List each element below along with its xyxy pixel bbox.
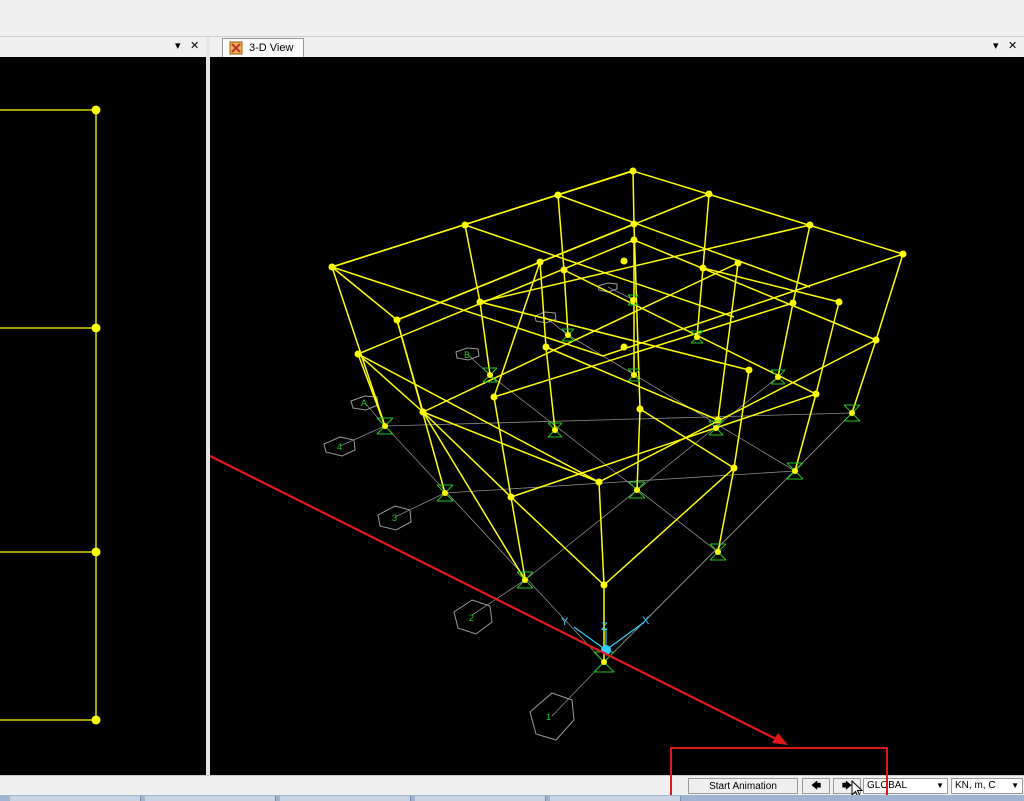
taskbar-item[interactable]: [415, 796, 546, 801]
frame-joint[interactable]: [620, 343, 628, 351]
3d-viewport[interactable]: 1 2 3 4 A B Y Z X: [105, 57, 1024, 775]
frame-joint[interactable]: [600, 581, 608, 589]
grid-bubble-label: 4: [337, 442, 342, 452]
grid-bubbles: [323, 282, 618, 741]
chevron-down-icon: ▼: [936, 781, 944, 790]
axis-y-label: Y: [561, 616, 569, 628]
right-pane-header: 3-D View ▾ ✕: [210, 37, 1024, 57]
support-icon[interactable]: [708, 420, 724, 436]
frame-joint[interactable]: [461, 221, 469, 229]
frame-joint[interactable]: [705, 190, 713, 198]
frame-joint[interactable]: [629, 167, 637, 175]
tab-3d-view-label: 3-D View: [249, 42, 294, 54]
elevation-joint[interactable]: [91, 715, 101, 725]
3d-frame-members: [329, 170, 906, 662]
frame-joint[interactable]: [835, 298, 843, 306]
frame-joint[interactable]: [734, 259, 742, 267]
units-value: KN, m, C: [955, 780, 996, 791]
base-supports: [376, 294, 861, 673]
left-pane-dropdown-icon[interactable]: ▾: [175, 39, 181, 53]
frame-joint[interactable]: [812, 390, 820, 398]
frame-joint[interactable]: [620, 257, 628, 265]
left-pane-close-icon[interactable]: ✕: [190, 39, 199, 53]
frame-joint[interactable]: [630, 220, 638, 228]
elevation-frame-drawing: [0, 105, 101, 725]
top-toolbar-area: [0, 0, 1024, 37]
taskbar-item[interactable]: [145, 796, 276, 801]
axis-x-label: X: [642, 615, 650, 627]
support-icon[interactable]: [709, 543, 727, 561]
frame-joint[interactable]: [699, 264, 707, 272]
frame-joint[interactable]: [536, 258, 544, 266]
frame-joint[interactable]: [714, 416, 722, 424]
frame-joint[interactable]: [745, 366, 753, 374]
frame-joint[interactable]: [636, 405, 644, 413]
taskbar-item[interactable]: [550, 796, 681, 801]
frame-joint[interactable]: [490, 393, 498, 401]
frame-joint[interactable]: [419, 408, 427, 416]
coordinate-system-value: GLOBAL: [867, 780, 908, 791]
frame-joint[interactable]: [328, 263, 336, 271]
frame-joint[interactable]: [507, 493, 515, 501]
right-pane-dropdown-icon[interactable]: ▾: [993, 39, 999, 53]
taskbar-item[interactable]: [280, 796, 411, 801]
left-pane-header: ▾ ✕: [0, 37, 206, 57]
frame-joint[interactable]: [806, 221, 814, 229]
units-select[interactable]: KN, m, C ▼: [951, 778, 1023, 794]
taskbar-item[interactable]: [10, 796, 141, 801]
frame-joint[interactable]: [354, 350, 362, 358]
3d-model-drawing: 1 2 3 4 A B Y Z X: [105, 167, 907, 745]
frame-joint[interactable]: [595, 478, 603, 486]
status-bar: Start Animation 🡄 🡆 GLOBAL ▼ KN, m, C ▼: [0, 775, 1024, 796]
start-animation-button[interactable]: Start Animation: [688, 778, 798, 794]
global-axes-icon: [573, 622, 644, 655]
right-pane-close-icon[interactable]: ✕: [1008, 39, 1017, 53]
coordinate-system-select[interactable]: GLOBAL ▼: [863, 778, 948, 794]
frame-joint[interactable]: [476, 298, 484, 306]
frame-joint[interactable]: [730, 464, 738, 472]
grid-bubble-label: 1: [546, 712, 551, 722]
elevation-joint[interactable]: [91, 547, 101, 557]
frame-joint[interactable]: [789, 299, 797, 307]
frame-joint[interactable]: [560, 266, 568, 274]
left-elevation-viewport[interactable]: [0, 57, 206, 775]
annotation-arrow: [105, 403, 788, 745]
elevation-joint[interactable]: [91, 105, 101, 115]
grid-bubble-label: 3: [392, 513, 397, 523]
frame-joint[interactable]: [554, 191, 562, 199]
frame-joint[interactable]: [872, 336, 880, 344]
frame-joint[interactable]: [630, 236, 638, 244]
previous-frame-button[interactable]: 🡄: [802, 778, 830, 794]
taskbar: [0, 795, 1024, 801]
chevron-down-icon: ▼: [1011, 781, 1019, 790]
elevation-joint[interactable]: [91, 323, 101, 333]
frame-joint[interactable]: [542, 343, 550, 351]
frame-joint[interactable]: [899, 250, 907, 258]
grid-bubble-label: 2: [469, 613, 474, 623]
frame-joint[interactable]: [393, 316, 401, 324]
grid-bubble-label: B: [464, 350, 470, 360]
grid-bubble-label: A: [361, 398, 367, 408]
axis-z-label: Z: [601, 621, 608, 633]
tab-3d-view[interactable]: 3-D View: [222, 38, 305, 57]
3d-view-tab-icon: [229, 41, 243, 55]
arrow-left-icon: 🡄: [810, 781, 822, 792]
